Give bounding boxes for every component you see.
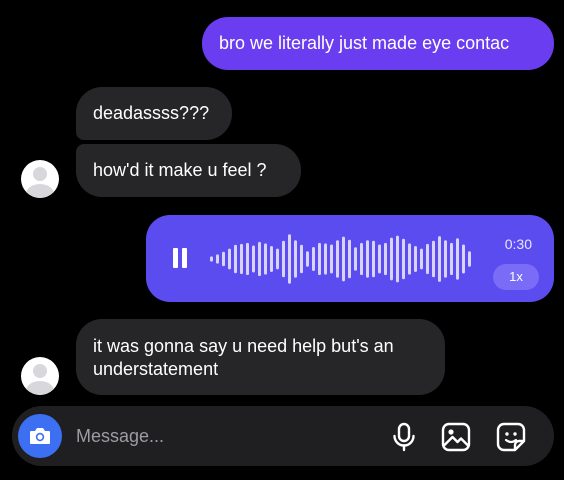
waveform-bar bbox=[282, 240, 285, 278]
microphone-icon[interactable] bbox=[388, 421, 420, 453]
waveform-bar bbox=[312, 247, 315, 271]
waveform-bar bbox=[258, 241, 261, 277]
waveform-bar bbox=[342, 236, 345, 282]
waveform-bar bbox=[288, 234, 291, 284]
chat-screen: bro we literally just made eye contac de… bbox=[0, 0, 564, 480]
received-message-bubble[interactable]: how'd it make u feel ? bbox=[76, 144, 301, 197]
waveform-bar bbox=[222, 251, 225, 267]
gallery-icon[interactable] bbox=[440, 421, 472, 453]
waveform-bar bbox=[228, 248, 231, 270]
waveform-bar bbox=[306, 251, 309, 267]
waveform-bar bbox=[456, 238, 459, 280]
playback-speed-button[interactable]: 1x bbox=[493, 264, 539, 290]
waveform-bar bbox=[318, 242, 321, 276]
message-composer bbox=[12, 406, 554, 466]
voice-waveform[interactable] bbox=[210, 231, 480, 287]
contact-avatar[interactable] bbox=[21, 357, 59, 395]
waveform-bar bbox=[246, 242, 249, 276]
waveform-bar bbox=[330, 244, 333, 274]
waveform-bar bbox=[354, 247, 357, 271]
contact-avatar[interactable] bbox=[21, 160, 59, 198]
waveform-bar bbox=[366, 240, 369, 278]
waveform-bar bbox=[426, 243, 429, 275]
sent-message-bubble[interactable]: bro we literally just made eye contac bbox=[202, 17, 554, 70]
waveform-bar bbox=[438, 236, 441, 282]
waveform-bar bbox=[270, 246, 273, 272]
waveform-bar bbox=[396, 235, 399, 283]
camera-icon bbox=[30, 428, 50, 444]
waveform-bar bbox=[420, 248, 423, 270]
waveform-bar bbox=[408, 243, 411, 275]
camera-button[interactable] bbox=[18, 414, 62, 458]
waveform-bar bbox=[324, 243, 327, 275]
waveform-bar bbox=[414, 246, 417, 272]
waveform-bar bbox=[432, 240, 435, 278]
pause-icon[interactable] bbox=[173, 248, 187, 268]
message-input[interactable] bbox=[76, 423, 366, 449]
waveform-bar bbox=[384, 242, 387, 276]
received-message-bubble[interactable]: it was gonna say u need help but's an un… bbox=[76, 319, 445, 395]
received-message-bubble[interactable]: deadassss??? bbox=[76, 87, 232, 140]
waveform-bar bbox=[360, 242, 363, 276]
waveform-bar bbox=[276, 248, 279, 270]
waveform-bar bbox=[234, 244, 237, 274]
waveform-bar bbox=[294, 240, 297, 278]
waveform-bar bbox=[264, 243, 267, 275]
voice-message-bubble: 0:30 1x bbox=[146, 215, 554, 302]
waveform-bar bbox=[216, 254, 219, 264]
waveform-bar bbox=[372, 240, 375, 278]
waveform-bar bbox=[462, 244, 465, 274]
waveform-bar bbox=[300, 244, 303, 274]
message-text: how'd it make u feel ? bbox=[93, 160, 267, 180]
voice-duration: 0:30 bbox=[504, 236, 532, 252]
waveform-bar bbox=[336, 240, 339, 278]
message-text: bro we literally just made eye contac bbox=[219, 33, 510, 53]
waveform-bar bbox=[240, 243, 243, 275]
waveform-bar bbox=[390, 237, 393, 281]
waveform-bar bbox=[252, 245, 255, 273]
waveform-bar bbox=[210, 256, 213, 262]
waveform-bar bbox=[378, 244, 381, 274]
waveform-bar bbox=[348, 239, 351, 279]
message-text: it was gonna say u need help but's an un… bbox=[93, 336, 394, 379]
waveform-bar bbox=[444, 240, 447, 278]
waveform-bar bbox=[450, 242, 453, 276]
message-text: deadassss??? bbox=[93, 103, 210, 123]
waveform-bar bbox=[468, 251, 471, 267]
sticker-icon[interactable] bbox=[495, 421, 527, 453]
waveform-bar bbox=[402, 238, 405, 280]
